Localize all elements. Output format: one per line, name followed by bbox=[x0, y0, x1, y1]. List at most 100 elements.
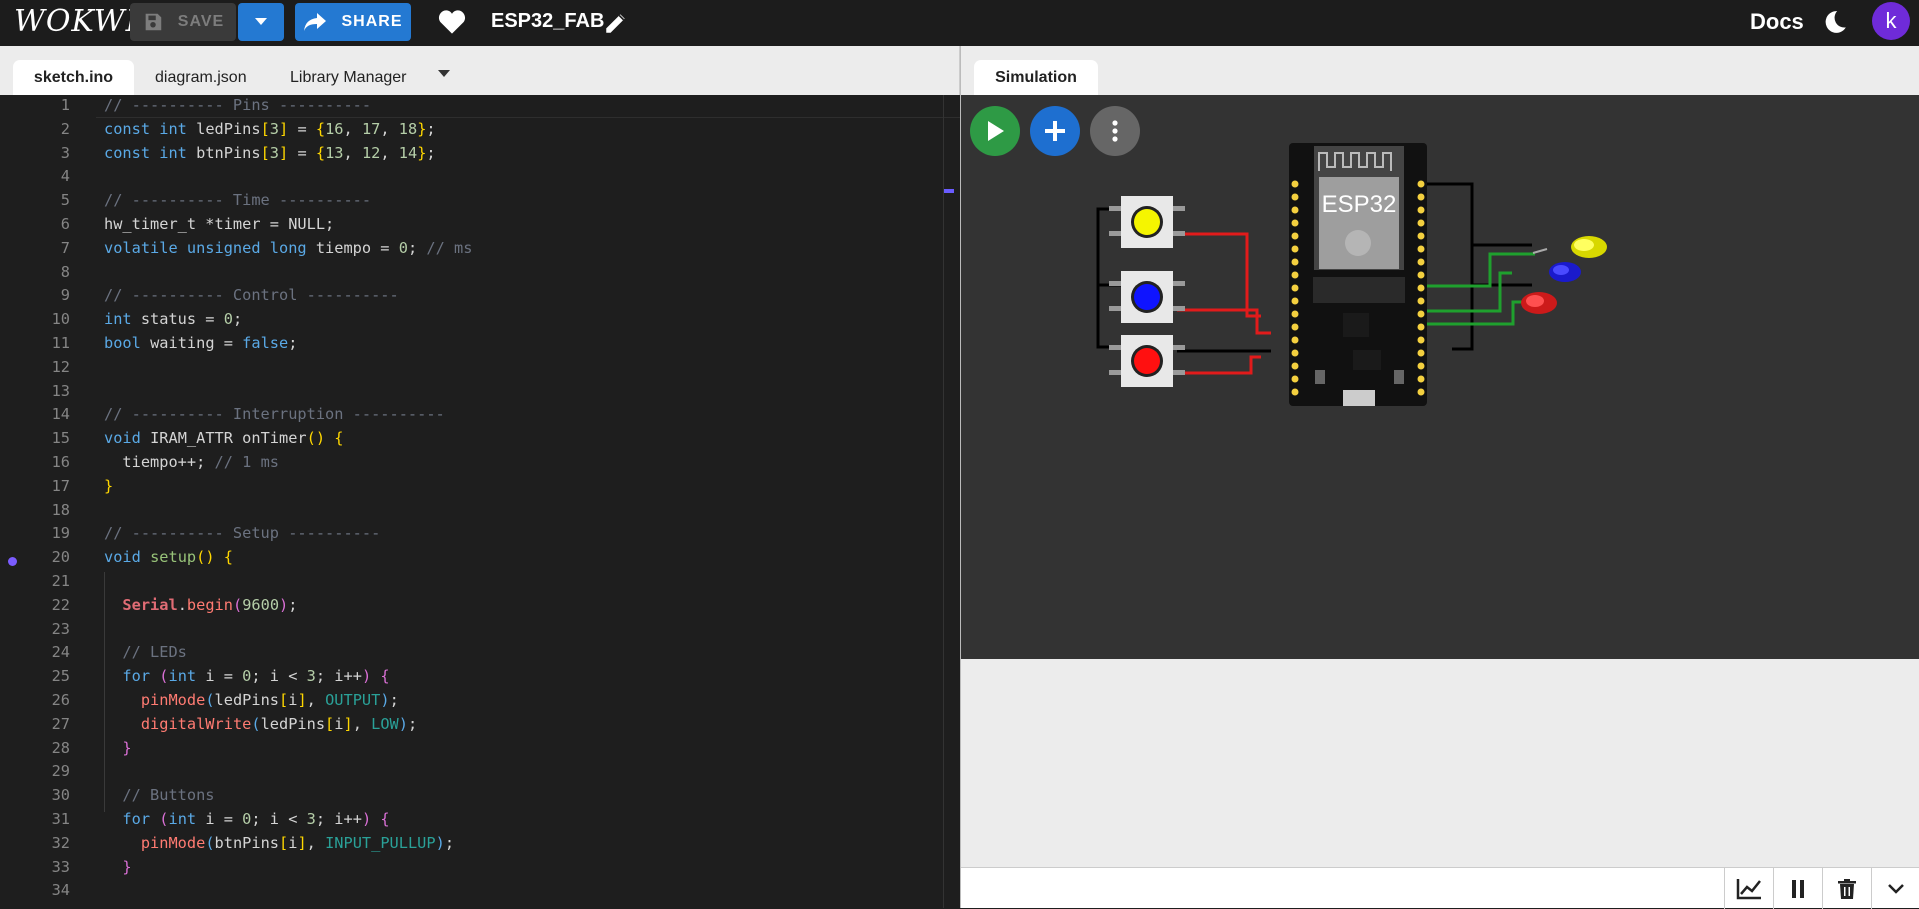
code-line: for (int i = 0; i < 3; i++) { bbox=[104, 810, 389, 828]
code-line: const int btnPins[3] = {13, 12, 14}; bbox=[104, 144, 436, 162]
led-red[interactable] bbox=[1521, 292, 1557, 314]
line-number: 1 bbox=[60, 96, 70, 114]
line-number: 7 bbox=[60, 238, 70, 257]
code-token: const int bbox=[104, 119, 197, 138]
code-token: , bbox=[306, 691, 326, 709]
pushbutton-red[interactable] bbox=[1109, 335, 1185, 387]
code-token: digitalWrite bbox=[140, 714, 252, 733]
line-number: 15 bbox=[51, 429, 70, 448]
code-token: // 1 ms bbox=[214, 453, 279, 471]
line-number: 5 bbox=[60, 191, 70, 210]
simulation-canvas[interactable]: ESP32 bbox=[961, 95, 1919, 659]
code-line: int status = 0; bbox=[104, 310, 242, 328]
heart-icon[interactable] bbox=[438, 9, 466, 40]
pushbutton-yellow[interactable] bbox=[1109, 196, 1185, 248]
code-line: // Buttons bbox=[104, 786, 214, 804]
code-token: = bbox=[288, 143, 316, 162]
green-wires bbox=[1420, 252, 1535, 326]
wokwi-logo[interactable]: WOKWI bbox=[14, 4, 138, 39]
line-number: 21 bbox=[51, 572, 70, 590]
code-token: ] bbox=[297, 691, 307, 709]
save-button[interactable]: SAVE bbox=[130, 3, 236, 41]
trash-icon[interactable] bbox=[1822, 868, 1871, 909]
code-token: ) bbox=[435, 833, 445, 852]
code-token: { bbox=[380, 667, 390, 686]
code-token: // ---------- Time ---------- bbox=[104, 191, 372, 210]
project-name[interactable]: ESP32_FAB bbox=[491, 10, 604, 33]
editor-scrollbar[interactable] bbox=[943, 95, 960, 908]
tabs-menu-caret-icon[interactable] bbox=[438, 70, 450, 77]
code-token: // ---------- Pins ---------- bbox=[104, 96, 372, 114]
code-token: [ bbox=[325, 714, 335, 733]
esp32-board[interactable]: ESP32 bbox=[1289, 143, 1427, 406]
editor-pane: sketch.ino diagram.json Library Manager … bbox=[0, 46, 960, 908]
code-token: LOW bbox=[371, 714, 399, 733]
code-token: 3 bbox=[269, 143, 280, 162]
code-token: ; i < bbox=[251, 810, 307, 828]
share-button[interactable]: SHARE bbox=[295, 3, 411, 41]
tab-library-manager[interactable]: Library Manager bbox=[272, 60, 425, 95]
led-blue[interactable] bbox=[1549, 262, 1581, 282]
code-token: ; bbox=[426, 143, 436, 162]
line-number: 11 bbox=[51, 334, 70, 352]
code-line: for (int i = 0; i < 3; i++) { bbox=[104, 667, 390, 686]
code-token: for bbox=[104, 810, 160, 828]
line-number: 18 bbox=[51, 500, 70, 519]
serial-monitor-bar[interactable] bbox=[961, 867, 1919, 909]
code-line: // ---------- Setup ---------- bbox=[104, 524, 380, 542]
code-token: [ bbox=[279, 691, 289, 709]
chevron-down-icon bbox=[255, 18, 267, 25]
code-token: waiting = bbox=[150, 334, 243, 352]
code-token: false bbox=[242, 334, 289, 352]
line-number: 3 bbox=[60, 143, 70, 162]
line-number: 23 bbox=[51, 619, 70, 638]
code-token: 3 bbox=[306, 667, 316, 686]
share-arrow-icon bbox=[304, 13, 327, 31]
moon-icon[interactable] bbox=[1822, 9, 1848, 40]
tab-sketch-ino[interactable]: sketch.ino bbox=[13, 60, 134, 95]
line-number: 32 bbox=[51, 833, 70, 852]
tab-diagram-json[interactable]: diagram.json bbox=[137, 60, 265, 95]
docs-link[interactable]: Docs bbox=[1750, 9, 1804, 35]
code-token: [ bbox=[260, 143, 270, 162]
chevron-down-icon[interactable] bbox=[1871, 868, 1919, 909]
code-token: . bbox=[177, 595, 187, 614]
code-token: , bbox=[306, 833, 326, 852]
avatar[interactable]: k bbox=[1872, 2, 1910, 40]
code-token: , bbox=[343, 143, 362, 162]
code-token: tiempo++; bbox=[104, 453, 215, 471]
save-dropdown-button[interactable] bbox=[238, 3, 284, 41]
pushbutton-blue[interactable] bbox=[1109, 271, 1185, 323]
code-line: } bbox=[104, 857, 132, 876]
line-number: 29 bbox=[51, 762, 70, 781]
pause-icon[interactable] bbox=[1773, 868, 1822, 909]
code-token: } bbox=[104, 857, 132, 876]
code-token: 17 bbox=[361, 119, 381, 138]
code-line: // LEDs bbox=[104, 643, 186, 661]
code-token: // ---------- Control ---------- bbox=[104, 286, 399, 305]
chip-label: ESP32 bbox=[1322, 191, 1397, 218]
line-number: 26 bbox=[51, 691, 70, 709]
line-number: 22 bbox=[51, 595, 70, 614]
code-token: ) bbox=[398, 714, 408, 733]
pencil-icon[interactable] bbox=[603, 10, 629, 41]
line-number: 8 bbox=[60, 262, 70, 281]
line-number: 20 bbox=[51, 548, 70, 567]
tab-simulation[interactable]: Simulation bbox=[974, 60, 1098, 95]
code-line: void IRAM_ATTR onTimer() { bbox=[104, 429, 343, 447]
code-token: int bbox=[104, 310, 141, 329]
code-token: 0 bbox=[242, 667, 252, 686]
code-line: // ---------- Pins ---------- bbox=[104, 96, 371, 114]
plotter-chart-icon[interactable] bbox=[1724, 868, 1773, 909]
scrollbar-marker bbox=[944, 189, 954, 193]
code-token: ) bbox=[361, 667, 372, 686]
code-token: ] bbox=[343, 714, 353, 733]
code-line: pinMode(ledPins[i], OUTPUT); bbox=[104, 691, 399, 709]
code-editor[interactable]: 1 2 3 4 5 6 7 8 9 10 11 12 13 14 15 16 17 18 19 20 21 22 23 24 2… bbox=[0, 95, 960, 908]
led-yellow[interactable] bbox=[1532, 236, 1607, 258]
code-token: 18 bbox=[398, 119, 418, 138]
code-token: i = bbox=[205, 667, 243, 686]
code-line: pinMode(btnPins[i], INPUT_PULLUP); bbox=[104, 834, 454, 852]
code-token: 16 bbox=[325, 119, 344, 138]
